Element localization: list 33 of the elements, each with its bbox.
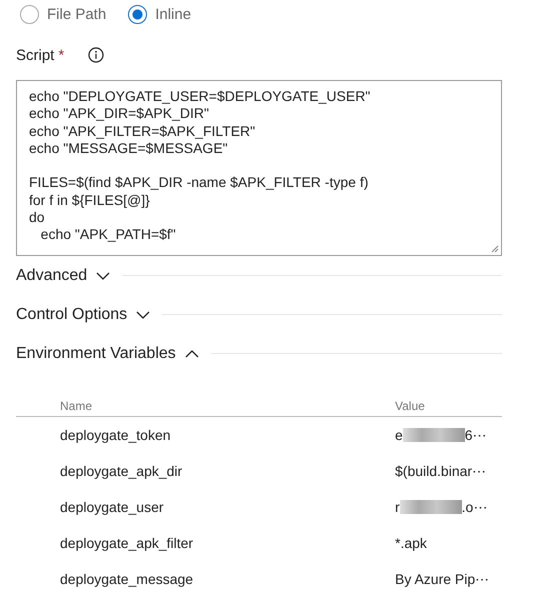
script-editor[interactable]: echo "DEPLOYGATE_USER=$DEPLOYGATE_USER" echo "APK_DIR=$APK_DIR" echo "APK_FILTER=$APK_FILTER" echo "MESSAGE=$MESSAGE" FILES=$(find $APK_DIR -name $APK_FILTER -type f) for f in ${FILES[@]} do echo "APK_PATH=$f" xyxy=(16,80,502,256)
table-cell: By Azure Pip⋯ xyxy=(395,571,490,587)
chevron-down-icon xyxy=(136,310,150,318)
table-cell: .o⋯ xyxy=(462,499,488,515)
required-mark: * xyxy=(58,46,64,64)
section-header[interactable]: Control Options xyxy=(16,306,150,324)
table-cell: 6⋯ xyxy=(464,427,487,443)
table-cell-text: deploygate_user xyxy=(60,499,165,515)
table-cell: $(build.binar⋯ xyxy=(395,463,486,479)
field-label: Script xyxy=(16,46,54,64)
radio-option[interactable]: Inline xyxy=(128,3,192,26)
radio-button[interactable] xyxy=(128,5,148,24)
redaction-block xyxy=(402,428,465,442)
table-cell: r xyxy=(395,499,400,515)
section-header[interactable]: Environment Variables xyxy=(16,344,199,362)
table-cell-text: deploygate_apk_dir xyxy=(60,463,184,479)
table-cell: *.apk xyxy=(395,535,427,551)
table-cell-text: deploygate_message xyxy=(60,571,194,587)
section-header[interactable]: Advanced xyxy=(16,266,110,284)
table-cell-text: deploygate_token xyxy=(60,427,172,443)
radio-button[interactable] xyxy=(20,5,39,24)
resize-handle-icon[interactable] xyxy=(491,245,499,253)
radio-option[interactable]: File Path xyxy=(20,3,106,26)
table-cell-text: deploygate_apk_filter xyxy=(60,535,194,551)
radio-label: Inline xyxy=(155,6,192,23)
column-header: Value xyxy=(395,398,425,412)
chevron-up-icon xyxy=(184,350,199,358)
table-cell: e xyxy=(395,427,403,443)
info-icon[interactable] xyxy=(88,47,104,63)
chevron-down-icon xyxy=(96,272,110,280)
radio-label: File Path xyxy=(47,6,106,23)
column-header: Name xyxy=(60,398,94,412)
redaction-block xyxy=(400,500,462,514)
